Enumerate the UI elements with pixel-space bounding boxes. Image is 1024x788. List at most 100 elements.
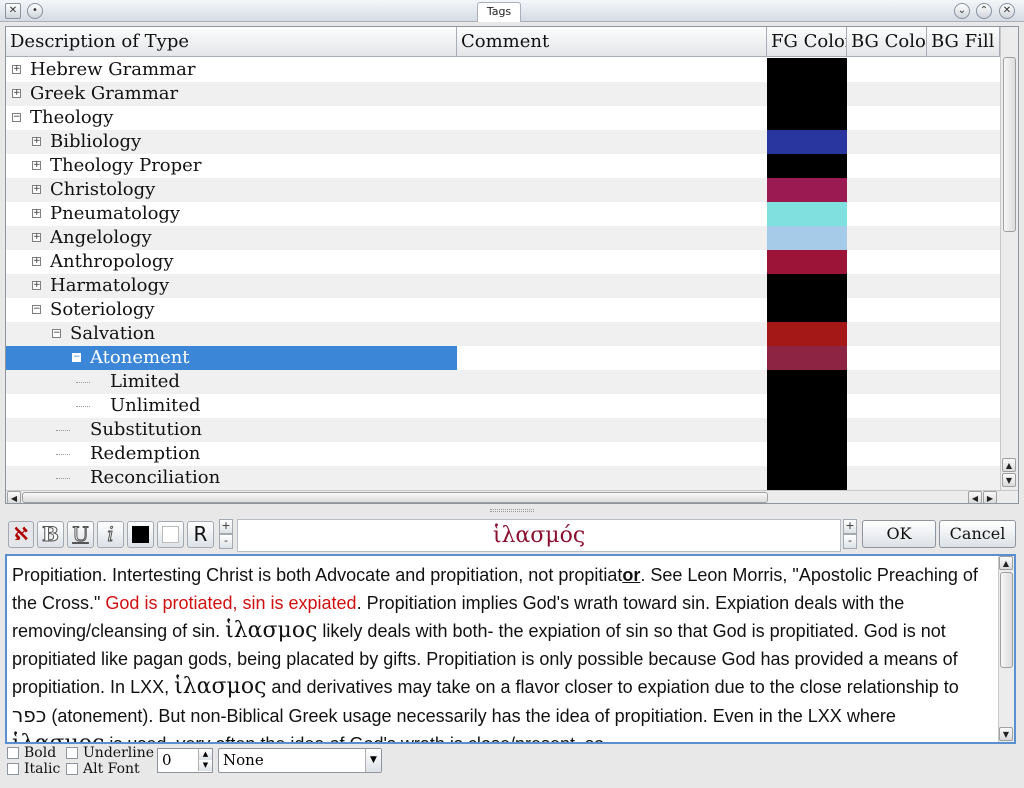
column-header-bg-fill[interactable]: BG Fill — [927, 27, 1000, 57]
column-header-fg-color[interactable]: FG Color — [767, 27, 847, 57]
tree-row[interactable]: + Theology Proper — [6, 154, 1000, 178]
scroll-up-arrow-icon[interactable]: ▲ — [1002, 458, 1016, 472]
expand-icon[interactable]: + — [32, 209, 41, 218]
fg-color-swatch[interactable] — [767, 298, 847, 322]
column-header-bg-color[interactable]: BG Color — [847, 27, 927, 57]
fg-color-swatch[interactable] — [767, 370, 847, 394]
comment-editor[interactable]: Propitiation. Intertesting Christ is bot… — [5, 554, 1016, 744]
spin-down-arrow-icon[interactable]: ▼ — [198, 760, 212, 771]
tree-row[interactable]: + Angelology — [6, 226, 1000, 250]
minimize-button[interactable]: ⌄ — [954, 3, 970, 19]
comment-text[interactable]: Propitiation. Intertesting Christ is bot… — [12, 562, 992, 742]
fg-color-swatch[interactable] — [767, 130, 847, 154]
spin-up-button[interactable]: + — [219, 519, 233, 534]
tag-name-field[interactable]: ἱλασμός — [237, 519, 841, 552]
scroll-left-arrow-icon[interactable]: ◀ — [7, 491, 21, 503]
expand-icon[interactable]: + — [32, 257, 41, 266]
expand-icon[interactable]: + — [32, 161, 41, 170]
bold-checkbox[interactable] — [7, 747, 19, 759]
fg-color-swatch[interactable] — [767, 418, 847, 442]
expand-icon[interactable]: + — [32, 233, 41, 242]
tree-vertical-scrollbar[interactable]: ▲ ▼ — [1000, 27, 1018, 490]
alt-font-checkbox[interactable] — [66, 763, 78, 775]
tree-horizontal-scroll-thumb[interactable] — [22, 492, 768, 503]
fg-color-swatch[interactable] — [767, 58, 847, 82]
scroll-down-arrow-icon[interactable]: ▼ — [1002, 473, 1016, 487]
fg-color-swatch[interactable] — [767, 442, 847, 466]
expand-icon[interactable]: + — [32, 137, 41, 146]
collapse-icon[interactable]: − — [72, 353, 81, 362]
fg-color-swatch[interactable] — [767, 154, 847, 178]
fg-color-swatch[interactable] — [767, 322, 847, 346]
tree-row[interactable]: Redemption — [6, 442, 1000, 466]
expand-icon[interactable]: + — [12, 65, 21, 74]
tree-row[interactable]: + Hebrew Grammar — [6, 58, 1000, 82]
underline-checkbox[interactable] — [66, 747, 78, 759]
collapse-icon[interactable]: − — [12, 113, 21, 122]
tree-row[interactable]: − Theology — [6, 106, 1000, 130]
tree-row[interactable]: Substitution — [6, 418, 1000, 442]
scroll-right-arrow-icon[interactable]: ▶ — [983, 491, 997, 503]
tree-row[interactable]: Limited — [6, 370, 1000, 394]
spin-down-button[interactable]: - — [219, 534, 233, 549]
fg-color-swatch[interactable] — [767, 250, 847, 274]
fg-color-swatch[interactable] — [767, 226, 847, 250]
expand-icon[interactable]: + — [32, 281, 41, 290]
window-menu-icon[interactable]: ✕ — [5, 3, 21, 19]
close-button[interactable]: ✕ — [999, 3, 1015, 19]
hebrew-font-button[interactable]: ℵ — [8, 521, 34, 548]
collapse-icon[interactable]: − — [32, 305, 41, 314]
tree-row[interactable]: + Greek Grammar — [6, 82, 1000, 106]
ok-button[interactable]: OK — [862, 520, 936, 548]
tree-row[interactable]: − Atonement — [6, 346, 1000, 370]
fg-color-swatch[interactable] — [767, 178, 847, 202]
tree-row[interactable]: − Salvation — [6, 322, 1000, 346]
tree-horizontal-scrollbar[interactable]: ◀ ◀ ▶ — [6, 490, 1018, 503]
bold-button[interactable]: B — [37, 521, 64, 548]
expand-icon[interactable]: + — [32, 185, 41, 194]
tree-row[interactable]: + Bibliology — [6, 130, 1000, 154]
column-header-description[interactable]: Description of Type — [6, 27, 457, 57]
spin-up-button[interactable]: + — [843, 519, 857, 534]
fg-color-swatch[interactable] — [767, 82, 847, 106]
fg-color-swatch[interactable] — [767, 394, 847, 418]
underline-button[interactable]: U — [67, 521, 94, 548]
collapse-icon[interactable]: − — [52, 329, 61, 338]
splitter-handle[interactable] — [0, 506, 1024, 516]
fg-color-swatch[interactable] — [767, 202, 847, 226]
column-header-comment[interactable]: Comment — [457, 27, 767, 57]
fg-color-swatch[interactable] — [767, 106, 847, 130]
fill-style-select[interactable]: None ▼ — [218, 748, 382, 773]
tree-row[interactable]: Unlimited — [6, 394, 1000, 418]
tree-row[interactable]: Reconciliation — [6, 466, 1000, 490]
fg-color-swatch[interactable] — [767, 274, 847, 298]
number-spinbox[interactable]: 0 ▲ ▼ — [157, 748, 213, 773]
pin-icon[interactable]: • — [27, 3, 43, 19]
fg-color-swatch[interactable] — [767, 346, 847, 370]
cancel-button[interactable]: Cancel — [939, 520, 1016, 548]
tree-row[interactable]: − Soteriology — [6, 298, 1000, 322]
chevron-down-icon[interactable]: ▼ — [365, 749, 381, 772]
tag-spinner[interactable]: + - — [843, 519, 857, 550]
tree-row[interactable]: + Christology — [6, 178, 1000, 202]
reset-format-button[interactable]: R — [187, 521, 214, 548]
scroll-down-arrow-icon[interactable]: ▼ — [999, 727, 1013, 741]
background-color-button[interactable] — [157, 521, 184, 548]
scroll-up-arrow-icon[interactable]: ▲ — [999, 556, 1013, 570]
spin-down-button[interactable]: - — [843, 534, 857, 549]
editor-vertical-scrollbar[interactable]: ▲ ▼ — [998, 556, 1014, 742]
spin-up-arrow-icon[interactable]: ▲ — [198, 749, 212, 760]
tree-row[interactable]: + Anthropology — [6, 250, 1000, 274]
editor-scroll-thumb[interactable] — [1000, 572, 1013, 668]
tag-tree[interactable]: Description of Type Comment FG Color BG … — [5, 26, 1019, 504]
fg-color-swatch[interactable] — [767, 466, 847, 490]
italic-button[interactable]: i — [97, 521, 124, 548]
expand-icon[interactable]: + — [12, 89, 21, 98]
scroll-left-arrow-icon[interactable]: ◀ — [968, 491, 982, 503]
tree-row[interactable]: + Harmatology — [6, 274, 1000, 298]
tree-vertical-scroll-thumb[interactable] — [1003, 57, 1016, 232]
italic-checkbox[interactable] — [7, 763, 19, 775]
font-size-spinner[interactable]: + - — [219, 519, 233, 550]
text-color-button[interactable] — [127, 521, 154, 548]
maximize-button[interactable]: ⌃ — [976, 3, 992, 19]
